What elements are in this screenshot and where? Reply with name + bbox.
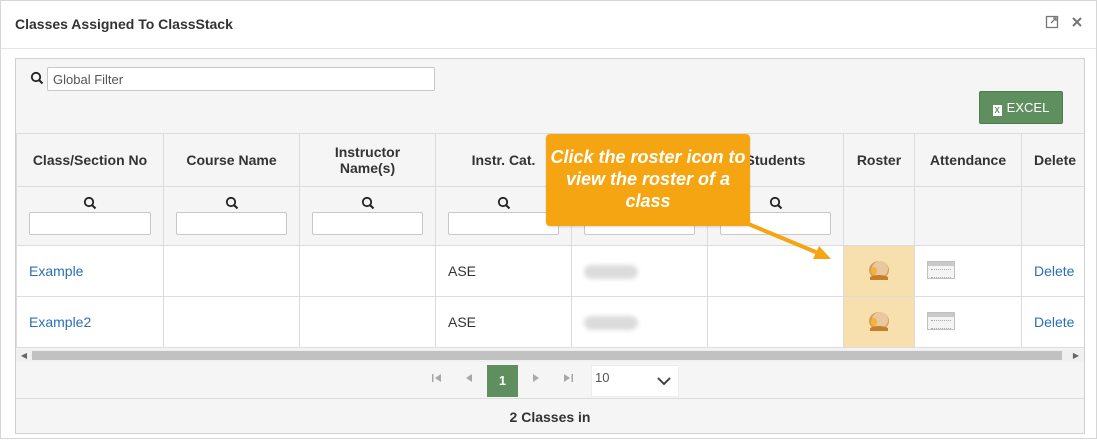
instructor-filter-input[interactable]: [312, 212, 423, 235]
table-row: Example2 ASE Delete: [16, 296, 1084, 348]
column-header-attendance: Attendance: [914, 133, 1022, 187]
course-name-filter-input[interactable]: [176, 212, 287, 235]
previous-page-icon[interactable]: [462, 372, 476, 386]
column-header-class-no[interactable]: Class/Section No: [16, 133, 164, 187]
delete-link[interactable]: Delete: [1034, 263, 1074, 279]
table-row: Example ASE Delete: [16, 245, 1084, 297]
course-name-cell: [163, 245, 300, 297]
instructor-cell: [299, 245, 436, 297]
students-cell: [707, 296, 844, 348]
excel-export-button[interactable]: X EXCEL: [979, 91, 1063, 124]
scroll-right-icon[interactable]: ▶: [1070, 349, 1082, 362]
roster-icon[interactable]: [866, 258, 892, 282]
paginator: 1 10: [16, 362, 1084, 399]
dialog-header: Classes Assigned To ClassStack: [1, 1, 1096, 49]
instr-cat-cell: ASE: [435, 296, 572, 348]
column-header-roster: Roster: [843, 133, 915, 187]
search-icon: [497, 196, 510, 210]
page-button-current[interactable]: 1: [487, 365, 518, 397]
class-link[interactable]: Example2: [29, 314, 91, 330]
search-icon: [30, 71, 44, 85]
instr-cat-cell: ASE: [435, 245, 572, 297]
record-count: 2 Classes in: [509, 409, 591, 425]
blurred-content: [584, 265, 638, 280]
last-page-icon[interactable]: [561, 372, 575, 386]
roster-icon[interactable]: [866, 309, 892, 333]
excel-icon: X: [992, 105, 1002, 116]
scroll-left-icon[interactable]: ◀: [18, 349, 30, 362]
instructor-cell: [299, 296, 436, 348]
class-no-filter-input[interactable]: [29, 212, 151, 235]
page-size-value: 10: [595, 370, 610, 385]
calendar-icon[interactable]: [927, 260, 955, 279]
classes-dialog: Classes Assigned To ClassStack X EXCEL Cl…: [0, 0, 1097, 439]
horizontal-scrollbar[interactable]: ◀ ▶: [16, 349, 1084, 362]
close-icon[interactable]: [1069, 15, 1085, 31]
excel-button-label: EXCEL: [1006, 100, 1050, 115]
classes-grid: X EXCEL Class/Section No Course Name Inst…: [15, 58, 1085, 434]
chevron-down-icon: [657, 377, 671, 386]
course-name-cell: [163, 296, 300, 348]
next-page-icon[interactable]: [529, 372, 543, 386]
column-header-course-name[interactable]: Course Name: [163, 133, 300, 187]
students-cell: [707, 245, 844, 297]
column-header-delete: Delete: [1021, 133, 1084, 187]
first-page-icon[interactable]: [430, 372, 444, 386]
global-filter-input[interactable]: [47, 67, 435, 91]
search-icon: [361, 196, 374, 210]
calendar-icon[interactable]: [927, 311, 955, 330]
grid-toolbar: X EXCEL: [16, 59, 1084, 133]
scrollbar-thumb[interactable]: [32, 351, 1062, 360]
class-link[interactable]: Example: [29, 263, 83, 279]
search-icon: [225, 196, 238, 210]
search-icon: [769, 196, 782, 210]
tutorial-callout: Click the roster icon to view the roster…: [546, 134, 750, 226]
instr-cat-filter-input[interactable]: [448, 212, 559, 235]
column-header-instructor[interactable]: Instructor Name(s): [299, 133, 436, 187]
page-size-select[interactable]: 10: [591, 365, 679, 397]
search-icon: [83, 196, 97, 210]
maximize-icon[interactable]: [1044, 15, 1060, 31]
blurred-content: [584, 316, 638, 331]
dialog-title: Classes Assigned To ClassStack: [15, 16, 233, 32]
delete-link[interactable]: Delete: [1034, 314, 1074, 330]
